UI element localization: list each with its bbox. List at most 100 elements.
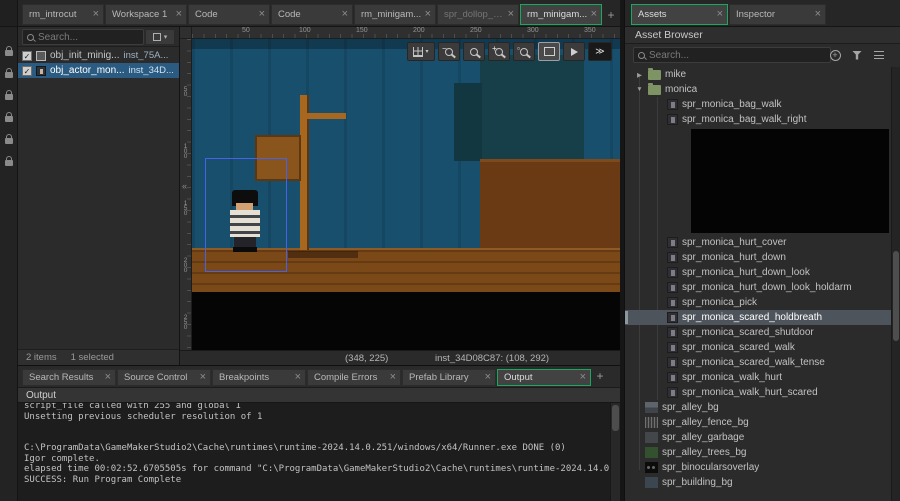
zoom-out-icon[interactable]: − — [438, 42, 460, 61]
tab-inspector[interactable]: Inspector × — [729, 4, 826, 25]
zoom-modifier: ▫ — [517, 44, 520, 53]
tree-folder-monica[interactable]: ▼ monica — [625, 82, 891, 97]
lock-icon[interactable] — [3, 131, 15, 147]
room-canvas[interactable]: ▾ − + ▫ ≫ — [192, 39, 620, 350]
collapse-chevron-icon[interactable]: « — [182, 181, 187, 191]
asset-label: spr_monica_scared_holdbreath — [682, 312, 823, 323]
instance-row-obj-init-minig[interactable]: ✓ obj_init_minig... inst_75A... — [18, 48, 179, 63]
player-sprite[interactable] — [228, 190, 262, 252]
tab-rm-minigam[interactable]: rm_minigam... × — [354, 4, 436, 25]
tab-breakpoints[interactable]: Breakpoints × — [212, 369, 306, 386]
asset-tree-scrollbar[interactable] — [891, 67, 900, 501]
tab-workspace-1[interactable]: Workspace 1 × — [105, 4, 187, 25]
layers-flag-icon[interactable]: ≫ — [588, 42, 612, 61]
instance-search-input[interactable] — [38, 31, 139, 43]
close-icon[interactable]: × — [425, 9, 431, 20]
lock-icon[interactable] — [3, 65, 15, 81]
chevron-right-icon[interactable]: ▶ — [635, 71, 644, 79]
tab-prefab-library[interactable]: Prefab Library × — [402, 369, 496, 386]
tree-asset-spr-monica-hurt-down-look-holdarm[interactable]: spr_monica_hurt_down_look_holdarm — [625, 280, 891, 295]
close-icon[interactable]: × — [717, 9, 723, 20]
grid-icon[interactable]: ▾ — [407, 42, 435, 61]
asset-label: spr_monica_pick — [682, 297, 758, 308]
tree-asset-spr-monica-scared-shutdoor[interactable]: spr_monica_scared_shutdoor — [625, 325, 891, 340]
filter-button[interactable] — [850, 48, 864, 62]
close-icon[interactable]: × — [200, 372, 206, 383]
tab-output[interactable]: Output × — [497, 369, 591, 386]
console-line: Unsetting previous scheduler resolution … — [24, 411, 263, 422]
tab-spr-dollop-ri[interactable]: spr_dollop_ri... × — [437, 4, 519, 25]
visibility-checkbox[interactable]: ✓ — [22, 65, 32, 76]
tab-assets[interactable]: Assets × — [631, 4, 728, 25]
tree-asset-spr-monica-bag-walk-right[interactable]: spr_monica_bag_walk_right — [625, 112, 891, 127]
zoom-fit-icon[interactable]: ▫ — [513, 42, 535, 61]
new-tab-button[interactable]: + — [592, 365, 608, 386]
asset-tree-scrollbar-thumb[interactable] — [893, 251, 899, 341]
tree-asset-spr-building-bg[interactable]: spr_building_bg — [625, 475, 891, 490]
tree-asset-spr-monica-pick[interactable]: spr_monica_pick — [625, 295, 891, 310]
tree-asset-spr-monica-scared-walk-tense[interactable]: spr_monica_scared_walk_tense — [625, 355, 891, 370]
tree-asset-spr-alley-bg[interactable]: spr_alley_bg — [625, 400, 891, 415]
tree-asset-spr-binocularsoverlay[interactable]: spr_binocularsoverlay — [625, 460, 891, 475]
tree-asset-spr-alley-garbage[interactable]: spr_alley_garbage — [625, 430, 891, 445]
chevron-down-icon[interactable]: ▼ — [635, 86, 644, 93]
asset-label: spr_alley_garbage — [662, 432, 745, 443]
add-circle-icon: + — [829, 49, 841, 61]
tab-source-control[interactable]: Source Control × — [117, 369, 211, 386]
tab-compile-errors[interactable]: Compile Errors × — [307, 369, 401, 386]
chevron-down-icon: ▾ — [163, 33, 168, 41]
lock-icon[interactable] — [3, 43, 15, 59]
close-icon[interactable]: × — [508, 9, 514, 20]
tree-asset-spr-alley-fence-bg[interactable]: spr_alley_fence_bg — [625, 415, 891, 430]
close-icon[interactable]: × — [259, 9, 265, 20]
tree-folder-mike[interactable]: ▶ mike — [625, 67, 891, 82]
tree-asset-spr-monica-hurt-cover[interactable]: spr_monica_hurt_cover — [625, 235, 891, 250]
console-output[interactable]: script_file called with 255 and global 1… — [18, 403, 610, 501]
instance-row-obj-actor-mon[interactable]: ✓ obj_actor_mon... inst_34D... — [18, 63, 179, 78]
sprite-thumbnail-icon — [645, 447, 658, 458]
tree-asset-spr-monica-scared-walk[interactable]: spr_monica_scared_walk — [625, 340, 891, 355]
lock-icon[interactable] — [3, 87, 15, 103]
close-icon[interactable]: × — [580, 372, 586, 383]
zoom-in-icon[interactable]: + — [488, 42, 510, 61]
tree-asset-spr-monica-scared-holdbreath[interactable]: spr_monica_scared_holdbreath — [625, 310, 891, 325]
asset-search-input[interactable] — [649, 49, 826, 61]
browser-menu-button[interactable] — [872, 48, 886, 62]
console-scrollbar[interactable] — [610, 403, 620, 501]
tree-asset-spr-monica-walk-hurt-scared[interactable]: spr_monica_walk_hurt_scared — [625, 385, 891, 400]
zoom-reset-icon[interactable] — [463, 42, 485, 61]
tab-rm-introcut[interactable]: rm_introcut × — [22, 4, 104, 25]
console-scrollbar-thumb[interactable] — [612, 405, 619, 431]
new-tab-button[interactable]: + — [603, 4, 619, 25]
close-icon[interactable]: × — [93, 9, 99, 20]
tree-asset-spr-monica-hurt-down[interactable]: spr_monica_hurt_down — [625, 250, 891, 265]
close-icon[interactable]: × — [176, 9, 182, 20]
play-icon[interactable] — [563, 42, 585, 61]
tab-label: Code — [195, 9, 218, 20]
tab-label: rm_minigam... — [527, 9, 588, 20]
tree-asset-spr-monica-walk-hurt[interactable]: spr_monica_walk_hurt — [625, 370, 891, 385]
instance-object-name: obj_init_minig... — [50, 50, 120, 61]
canvas-frame-icon[interactable] — [538, 42, 560, 61]
room-editor: 50100150200250300350400 50100150200250 « — [180, 27, 653, 365]
lock-icon[interactable] — [3, 153, 15, 169]
tab-code[interactable]: Code × — [188, 4, 270, 25]
close-icon[interactable]: × — [342, 9, 348, 20]
lock-icon[interactable] — [3, 109, 15, 125]
tab-search-results[interactable]: Search Results × — [22, 369, 116, 386]
layer-view-button[interactable]: ▾ — [145, 29, 175, 45]
tab-rm-minigam[interactable]: rm_minigam... × — [520, 4, 602, 25]
close-icon[interactable]: × — [591, 9, 597, 20]
close-icon[interactable]: × — [105, 372, 111, 383]
visibility-checkbox[interactable]: ✓ — [22, 50, 32, 61]
tab-code[interactable]: Code × — [271, 4, 353, 25]
close-icon[interactable]: × — [815, 9, 821, 20]
close-icon[interactable]: × — [390, 372, 396, 383]
console-line: SUCCESS: Run Program Complete — [24, 474, 182, 485]
close-icon[interactable]: × — [485, 372, 491, 383]
add-asset-button[interactable]: + — [828, 48, 842, 62]
tree-asset-spr-alley-trees-bg[interactable]: spr_alley_trees_bg — [625, 445, 891, 460]
close-icon[interactable]: × — [295, 372, 301, 383]
tree-asset-spr-monica-bag-walk[interactable]: spr_monica_bag_walk — [625, 97, 891, 112]
tree-asset-spr-monica-hurt-down-look[interactable]: spr_monica_hurt_down_look — [625, 265, 891, 280]
